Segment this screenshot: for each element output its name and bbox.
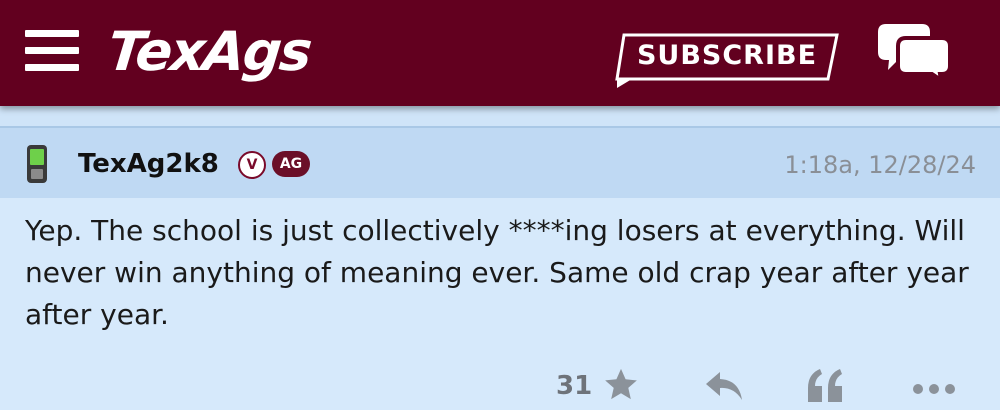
star-icon[interactable]	[602, 366, 640, 404]
site-header: TexAgs SUBSCRIBE	[0, 0, 1000, 106]
reply-icon[interactable]	[704, 370, 744, 402]
quote-icon[interactable]	[806, 366, 846, 406]
post-username[interactable]: TexAg2k8	[78, 146, 219, 182]
post-text: Yep. The school is just collectively ***…	[25, 214, 969, 331]
chat-bubbles-icon[interactable]	[876, 22, 952, 85]
verified-badge: V	[238, 151, 266, 179]
ag-badge: AG	[272, 151, 310, 177]
post-actions: 31	[0, 364, 1000, 410]
post-timestamp[interactable]: 1:18a, 12/28/24	[784, 148, 976, 182]
site-logo[interactable]: TexAgs	[105, 20, 314, 84]
subscribe-label: SUBSCRIBE	[636, 40, 818, 71]
menu-icon[interactable]	[25, 28, 79, 72]
phone-icon	[26, 144, 48, 184]
more-icon[interactable]	[912, 380, 956, 394]
post-header: TexAg2k8 V AG 1:18a, 12/28/24	[0, 126, 1000, 198]
subscribe-button[interactable]: SUBSCRIBE	[614, 32, 840, 88]
star-count: 31	[556, 371, 593, 401]
